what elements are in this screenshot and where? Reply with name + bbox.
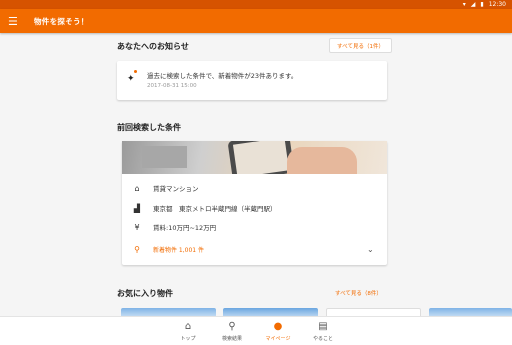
nav-search-results[interactable]: ⚲ 検索結果 — [212, 321, 252, 342]
signal-icon: ◢ — [470, 0, 476, 8]
condition-row-type: ⌂ 賃貸マンション — [131, 183, 199, 194]
main-content[interactable]: あなたへのお知らせ すべて見る（1件） ✦ 過去に検索した条件で、新着物件が23… — [0, 33, 512, 316]
wifi-icon: ▾ — [462, 0, 466, 8]
favorite-thumbnail[interactable] — [429, 308, 512, 316]
yen-icon: ¥ — [134, 222, 140, 232]
nav-mypage-label: マイページ — [265, 336, 291, 342]
battery-icon: ▮ — [480, 0, 484, 8]
nav-search-results-label: 検索結果 — [221, 336, 242, 342]
nav-todo[interactable]: ▤ やること — [303, 321, 343, 342]
condition-area-text: 東京都 東京メトロ半蔵門線（半蔵門駅） — [153, 205, 277, 213]
search-banner-image — [122, 141, 387, 174]
favorites-heading: お気に入り物件 — [117, 289, 173, 298]
result-count-text: 新着物件 1,001 件 — [153, 247, 204, 254]
last-search-heading: 前回検索した条件 — [117, 123, 181, 132]
app-bar: ☰ 物件を探そう！ — [0, 9, 512, 33]
notice-heading: あなたへのお知らせ — [117, 42, 189, 51]
chevron-down-icon[interactable]: ⌄ — [367, 245, 374, 254]
favorites-see-all-link[interactable]: すべて見る（8件） — [335, 289, 382, 297]
last-search-card[interactable]: ⌂ 賃貸マンション ▟ 東京都 東京メトロ半蔵門線（半蔵門駅） ¥ 賃料:10万… — [122, 141, 387, 265]
condition-rent-text: 賃料:10万円~12万円 — [153, 224, 217, 232]
condition-row-area: ▟ 東京都 東京メトロ半蔵門線（半蔵門駅） — [131, 203, 277, 214]
notice-card[interactable]: ✦ 過去に検索した条件で、新着物件が23件あります。 2017-08-31 15… — [117, 61, 387, 100]
hamburger-menu-icon[interactable]: ☰ — [8, 16, 22, 27]
nav-top[interactable]: ⌂ トップ — [168, 321, 208, 342]
train-icon: ▟ — [133, 203, 141, 213]
condition-row-rent: ¥ 賃料:10万円~12万円 — [131, 222, 217, 233]
status-bar: ▾ ◢ ▮ 12:30 — [0, 0, 512, 9]
bottom-navigation: ⌂ トップ ⚲ 検索結果 ● マイページ ▤ やること — [0, 316, 512, 345]
person-icon: ● — [273, 321, 283, 332]
status-time: 12:30 — [488, 1, 506, 8]
nav-mypage[interactable]: ● マイページ — [258, 321, 298, 342]
sparkle-icon: ✦ — [127, 70, 137, 84]
condition-type-text: 賃貸マンション — [153, 185, 199, 193]
search-icon: ⚲ — [134, 245, 140, 254]
favorite-thumbnail[interactable] — [326, 308, 421, 316]
notice-date: 2017-08-31 15:00 — [147, 83, 197, 89]
app-title: 物件を探そう！ — [34, 16, 89, 26]
condition-row-result[interactable]: ⚲ 新着物件 1,001 件 — [131, 245, 204, 254]
home-icon: ⌂ — [134, 183, 140, 193]
search-results-icon: ⚲ — [228, 321, 236, 332]
notice-message: 過去に検索した条件で、新着物件が23件あります。 — [147, 72, 298, 80]
clipboard-icon: ▤ — [318, 321, 328, 332]
notice-see-all-button[interactable]: すべて見る（1件） — [329, 38, 392, 53]
home-icon: ⌂ — [184, 321, 192, 332]
favorite-thumbnail[interactable] — [223, 308, 318, 316]
nav-top-label: トップ — [180, 336, 196, 342]
nav-todo-label: やること — [312, 336, 333, 342]
favorite-thumbnail[interactable] — [121, 308, 216, 316]
